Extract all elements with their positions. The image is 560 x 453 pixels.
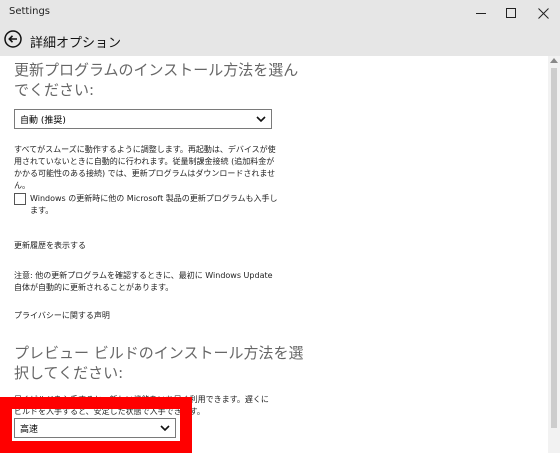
scroll-up-arrow-icon[interactable] [550,58,558,63]
maximize-button[interactable] [494,0,528,26]
update-method-dropdown[interactable]: 自動 (推奨) [14,109,272,129]
page-title: 詳細オプション [30,36,122,51]
preview-build-heading: プレビュー ビルドのインストール方法を選択してください: [14,344,304,382]
scroll-thumb[interactable] [551,68,557,428]
close-button[interactable] [526,0,560,26]
privacy-statement-link[interactable]: プライバシーに関する声明 [14,310,110,321]
back-button[interactable] [4,30,22,48]
minimize-icon [476,12,486,14]
update-method-value: 自動 (推奨) [20,116,66,126]
update-note: 注意: 他の更新プログラムを確認するときに、最初に Windows Update… [14,271,273,292]
settings-content: 更新プログラムのインストール方法を選んでください: 自動 (推奨) すべてがスム… [0,56,548,453]
maximize-icon [506,8,516,18]
other-products-checkbox[interactable] [14,193,26,205]
chevron-down-icon [160,425,170,432]
close-icon [537,7,549,19]
window-title: Settings [9,6,51,17]
other-products-checkbox-label: Windows の更新時に他の Microsoft 製品の更新プログラムも入手し… [30,194,278,215]
title-bar: Settings [0,0,560,26]
page-header: 詳細オプション [0,26,560,56]
update-method-description: すべてがスムーズに動作するように調整します。再起動は、デバイスが使用されていない… [14,145,276,190]
vertical-scrollbar[interactable] [548,56,560,453]
preview-build-dropdown[interactable]: 高速 [14,418,176,438]
back-arrow-icon [4,30,22,48]
preview-build-value: 高速 [20,425,39,435]
update-method-heading: 更新プログラムのインストール方法を選んでください: [14,61,299,99]
chevron-down-icon [256,116,266,123]
minimize-button[interactable] [464,0,498,26]
update-history-link[interactable]: 更新履歴を表示する [14,240,86,251]
